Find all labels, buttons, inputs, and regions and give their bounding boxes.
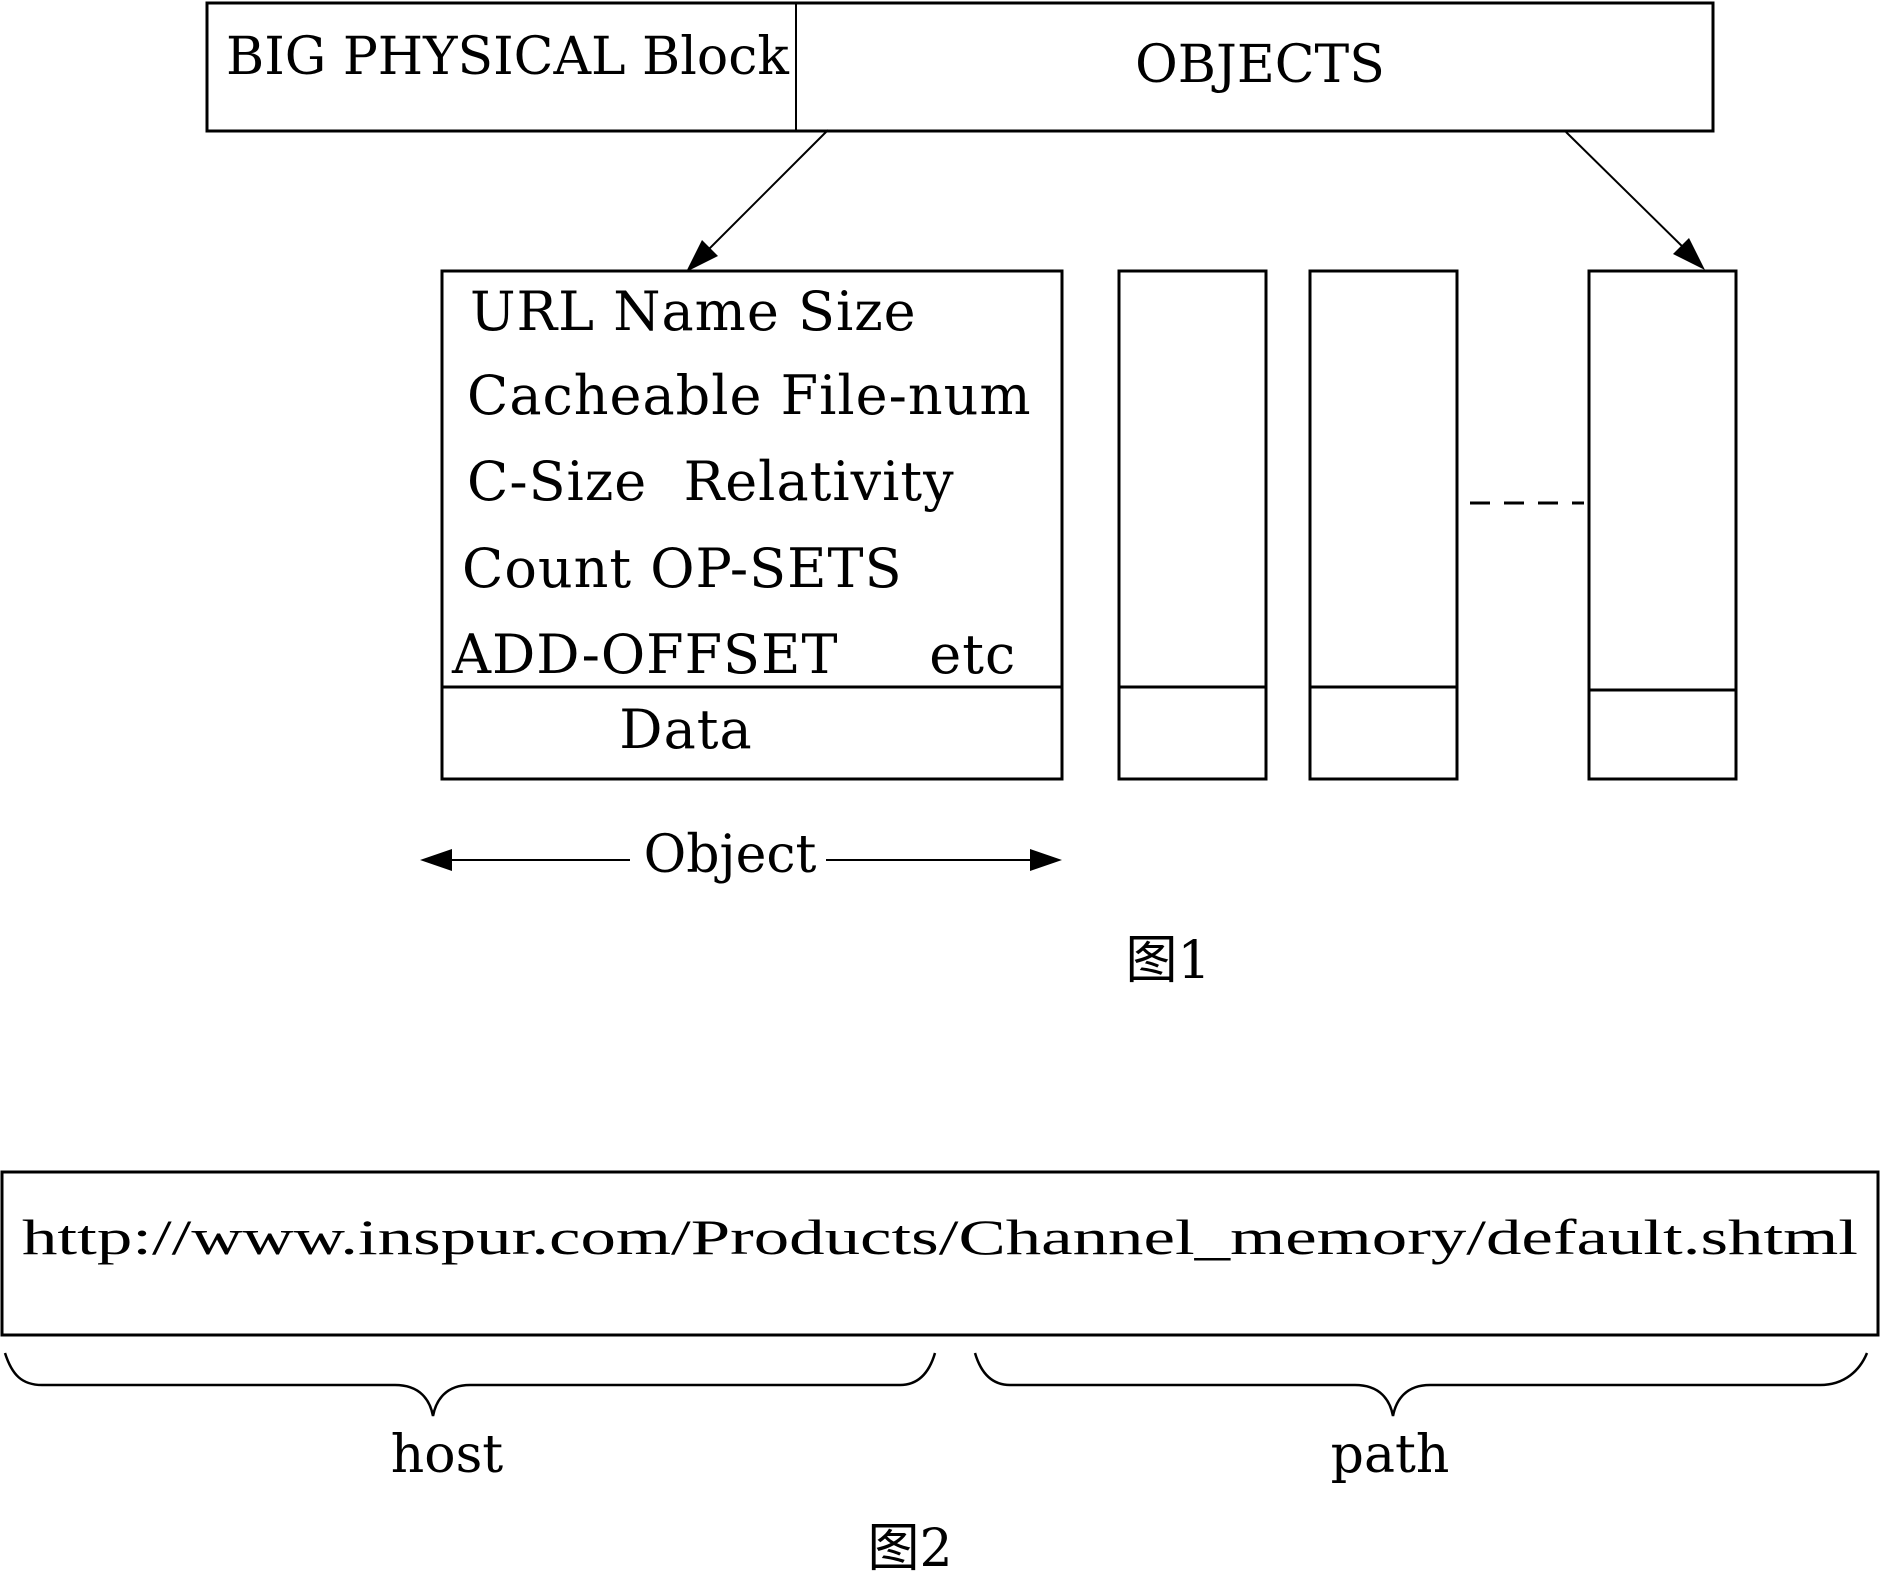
host-label: host	[391, 1425, 503, 1485]
host-brace	[3, 1352, 937, 1417]
figure-2-caption: 图2	[867, 1519, 952, 1576]
left-arrowhead-icon	[420, 849, 452, 871]
object-column	[1308, 269, 1459, 781]
object-field-row: C-Size Relativity	[467, 450, 955, 513]
arrow-to-last-object	[1565, 131, 1705, 270]
object-detail-box: URL Name Size Cacheable File-num C-Size …	[440, 269, 1064, 781]
patent-figures-canvas: BIG PHYSICAL Block OBJECTS URL Name Size…	[0, 1, 1880, 1576]
big-physical-block-label: BIG PHYSICAL Block	[226, 27, 789, 87]
figure-1-caption: 图1	[1125, 931, 1210, 991]
right-arrowhead-icon	[1030, 849, 1062, 871]
object-field-row: Cacheable File-num	[467, 364, 1032, 427]
path-brace	[973, 1352, 1869, 1417]
objects-label: OBJECTS	[1135, 35, 1385, 95]
object-field-row: URL Name Size	[470, 280, 917, 343]
object-field-row: Count OP-SETS	[462, 537, 903, 600]
arrow-to-first-object	[686, 129, 829, 272]
figure-1: BIG PHYSICAL Block OBJECTS URL Name Size…	[205, 1, 1738, 991]
big-physical-block-bar: BIG PHYSICAL Block OBJECTS	[205, 1, 1715, 133]
object-span-arrow: Object	[420, 825, 1062, 885]
object-column	[1117, 269, 1268, 781]
url-text: http://www.inspur.com/Products/Channel_m…	[22, 1209, 1858, 1265]
object-column	[1587, 269, 1738, 781]
object-data-label: Data	[619, 698, 752, 761]
figure-2: http://www.inspur.com/Products/Channel_m…	[0, 1170, 1880, 1576]
object-span-label: Object	[644, 825, 817, 885]
path-label: path	[1331, 1425, 1450, 1485]
object-field-row: ADD-OFFSET etc	[451, 623, 1016, 686]
